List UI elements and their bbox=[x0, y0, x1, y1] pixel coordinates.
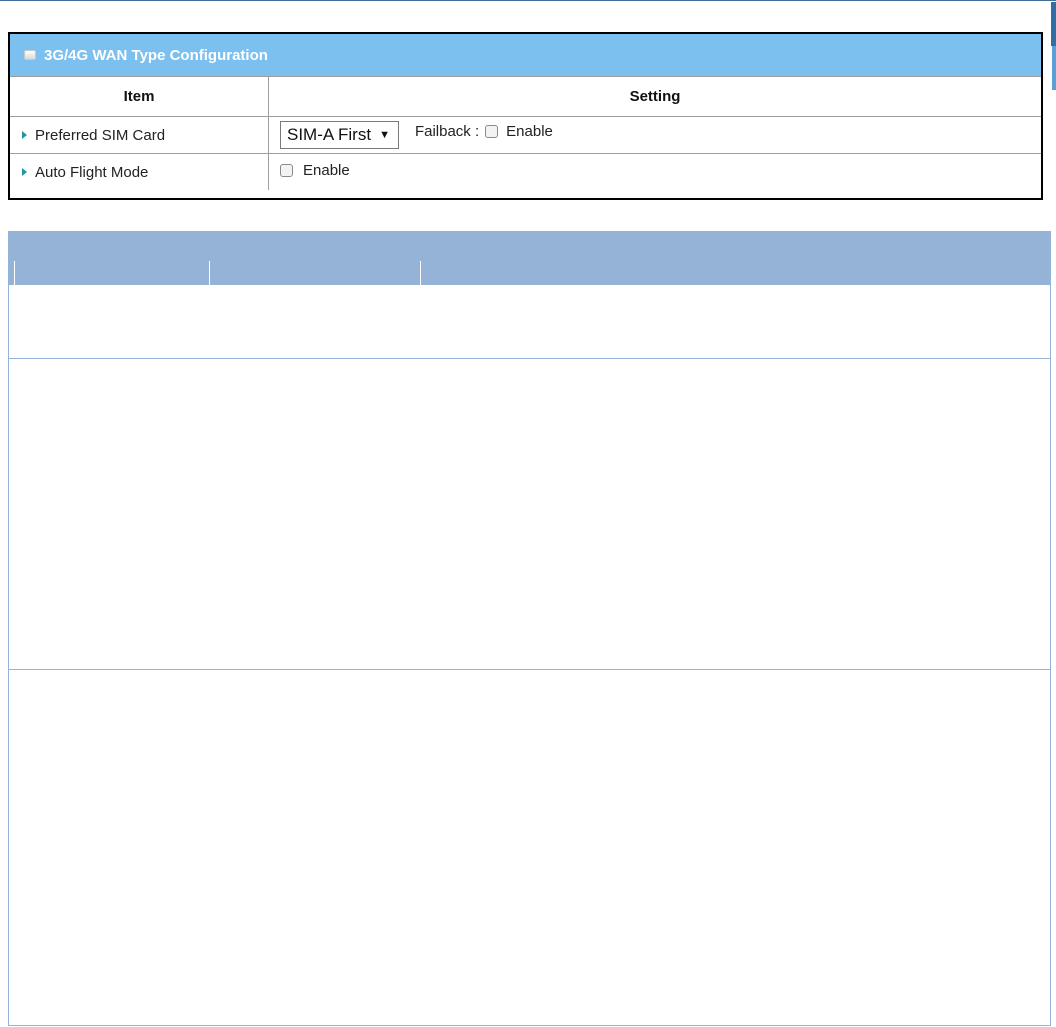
preferred-sim-select[interactable]: SIM-A First ▼ bbox=[280, 121, 399, 149]
triangle-right-icon bbox=[22, 131, 27, 139]
column-header-item: Item bbox=[10, 76, 269, 117]
column-divider bbox=[420, 261, 421, 285]
config-table: Item Setting Preferred SIM Card SIM-A Fi… bbox=[10, 76, 1041, 190]
table-row-auto-flight: Auto Flight Mode Enable bbox=[10, 153, 1041, 190]
top-rule bbox=[0, 0, 1056, 1]
panel-header: 3G/4G WAN Type Configuration bbox=[10, 34, 1041, 76]
column-header-setting: Setting bbox=[268, 76, 1041, 117]
preferred-sim-label: Preferred SIM Card bbox=[35, 126, 166, 144]
description-row bbox=[8, 285, 1051, 359]
auto-flight-enable-checkbox[interactable] bbox=[280, 163, 293, 177]
panel-title: 3G/4G WAN Type Configuration bbox=[44, 46, 268, 64]
page-edge-accent bbox=[1051, 2, 1056, 46]
auto-flight-mode-label: Auto Flight Mode bbox=[35, 163, 149, 181]
triangle-right-icon bbox=[22, 168, 27, 176]
failback-label: Failback : bbox=[414, 122, 480, 140]
failback-enable-checkbox[interactable] bbox=[485, 124, 499, 138]
description-table bbox=[8, 231, 1051, 1026]
panel-toggle-icon[interactable] bbox=[24, 50, 36, 60]
column-divider bbox=[209, 261, 210, 285]
page-edge-accent bbox=[1052, 46, 1056, 90]
column-divider bbox=[14, 261, 15, 285]
description-row bbox=[8, 359, 1051, 670]
description-table-header bbox=[8, 231, 1051, 285]
auto-flight-enable-label: Enable bbox=[303, 161, 350, 179]
failback-enable-label: Enable bbox=[506, 122, 553, 140]
preferred-sim-select-value: SIM-A First bbox=[287, 125, 372, 144]
wan-type-config-panel: 3G/4G WAN Type Configuration Item Settin… bbox=[8, 32, 1043, 200]
table-row-preferred-sim: Preferred SIM Card SIM-A First ▼ Failbac… bbox=[10, 116, 1041, 154]
description-row bbox=[8, 670, 1051, 1026]
dropdown-arrow-icon: ▼ bbox=[379, 129, 390, 141]
table-header-row: Item Setting bbox=[10, 76, 1041, 117]
